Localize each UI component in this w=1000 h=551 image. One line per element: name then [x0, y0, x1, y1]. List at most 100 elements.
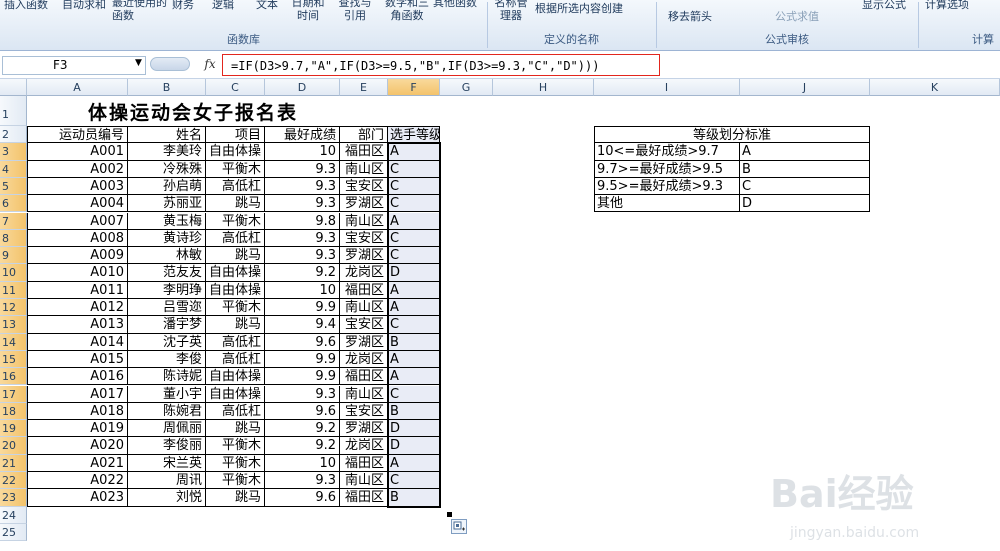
table-cell[interactable]: 周佩丽: [128, 420, 206, 438]
table-cell[interactable]: A015: [27, 350, 128, 369]
table-cell[interactable]: 李俊丽: [128, 437, 206, 455]
insert-function-button[interactable]: 插入函数: [4, 0, 48, 12]
table-cell[interactable]: A009: [27, 247, 128, 265]
standard-grade[interactable]: D: [740, 195, 870, 213]
logical-button[interactable]: 逻辑: [212, 0, 234, 12]
table-cell[interactable]: A: [388, 350, 440, 369]
table-cell[interactable]: 10: [265, 454, 340, 472]
table-cell[interactable]: A016: [27, 368, 128, 386]
table-cell[interactable]: 自由体操: [206, 368, 265, 386]
chevron-down-icon[interactable]: ▼: [135, 58, 142, 68]
row-header-11[interactable]: 11: [0, 281, 27, 299]
row-header-10[interactable]: 10: [0, 264, 27, 282]
table-cell[interactable]: 自由体操: [206, 385, 265, 403]
row-header-8[interactable]: 8: [0, 229, 27, 248]
row-header-2[interactable]: 2: [0, 126, 27, 144]
row-header-17[interactable]: 17: [0, 385, 27, 403]
table-cell[interactable]: B: [388, 333, 440, 351]
formula-bar-divider-icon[interactable]: [150, 57, 190, 71]
more-functions-button[interactable]: 其他函数: [430, 0, 480, 9]
table-cell[interactable]: 10: [265, 281, 340, 299]
column-label[interactable]: 部门: [340, 126, 388, 144]
formula-input[interactable]: =IF(D3>9.7,"A",IF(D3>=9.5,"B",IF(D3>=9.3…: [222, 54, 660, 76]
remove-arrows-button[interactable]: 移去箭头: [668, 8, 712, 24]
table-cell[interactable]: 自由体操: [206, 143, 265, 161]
table-cell[interactable]: 平衡木: [206, 454, 265, 472]
table-cell[interactable]: 福田区: [340, 281, 388, 299]
table-cell[interactable]: 9.9: [265, 350, 340, 369]
table-cell[interactable]: 李俊: [128, 350, 206, 369]
column-label[interactable]: 最好成绩: [265, 126, 340, 144]
table-cell[interactable]: A: [388, 299, 440, 317]
table-cell[interactable]: A021: [27, 454, 128, 472]
table-cell[interactable]: D: [388, 437, 440, 455]
table-cell[interactable]: A023: [27, 489, 128, 507]
table-cell[interactable]: 宋兰英: [128, 454, 206, 472]
table-cell[interactable]: A: [388, 281, 440, 299]
table-cell[interactable]: 南山区: [340, 160, 388, 178]
table-cell[interactable]: 福田区: [340, 143, 388, 161]
create-from-selection-button[interactable]: 根据所选内容创建: [535, 0, 623, 16]
table-cell[interactable]: 吕雪迩: [128, 299, 206, 317]
table-cell[interactable]: 龙岗区: [340, 437, 388, 455]
table-cell[interactable]: 罗湖区: [340, 420, 388, 438]
table-cell[interactable]: 刘悦: [128, 489, 206, 507]
row-header-14[interactable]: 14: [0, 333, 27, 351]
table-cell[interactable]: 9.3: [265, 229, 340, 248]
table-cell[interactable]: C: [388, 195, 440, 213]
row-header-13[interactable]: 13: [0, 316, 27, 334]
column-header-b[interactable]: B: [128, 79, 206, 96]
table-cell[interactable]: A014: [27, 333, 128, 351]
table-cell[interactable]: A: [388, 454, 440, 472]
insert-function-fx-button[interactable]: fx: [200, 56, 220, 73]
table-cell[interactable]: 平衡木: [206, 472, 265, 490]
table-cell[interactable]: A017: [27, 385, 128, 403]
table-cell[interactable]: C: [388, 385, 440, 403]
table-cell[interactable]: 9.6: [265, 333, 340, 351]
standard-criteria[interactable]: 10<=最好成绩>9.7: [594, 143, 740, 161]
table-cell[interactable]: 陈诗妮: [128, 368, 206, 386]
row-header-1[interactable]: 1: [0, 96, 27, 126]
table-cell[interactable]: 9.3: [265, 195, 340, 213]
table-cell[interactable]: 罗湖区: [340, 195, 388, 213]
table-cell[interactable]: 宝安区: [340, 177, 388, 196]
table-cell[interactable]: 林敏: [128, 247, 206, 265]
datetime-button[interactable]: 日期和时间: [288, 0, 328, 22]
row-header-20[interactable]: 20: [0, 437, 27, 455]
table-cell[interactable]: 孙启萌: [128, 177, 206, 196]
table-cell[interactable]: A022: [27, 472, 128, 490]
column-header-a[interactable]: A: [27, 79, 128, 96]
table-cell[interactable]: A020: [27, 437, 128, 455]
autosum-button[interactable]: 自动求和: [62, 0, 106, 12]
standard-grade[interactable]: C: [740, 177, 870, 196]
table-cell[interactable]: 跳马: [206, 420, 265, 438]
table-cell[interactable]: 宝安区: [340, 229, 388, 248]
table-cell[interactable]: D: [388, 264, 440, 282]
lookup-button[interactable]: 查找与引用: [335, 0, 375, 22]
column-header-e[interactable]: E: [340, 79, 388, 96]
table-cell[interactable]: B: [388, 402, 440, 421]
table-cell[interactable]: 9.3: [265, 385, 340, 403]
fill-handle[interactable]: [447, 512, 452, 517]
table-cell[interactable]: 高低杠: [206, 177, 265, 196]
column-header-g[interactable]: G: [440, 79, 493, 96]
table-cell[interactable]: A: [388, 368, 440, 386]
table-cell[interactable]: 南山区: [340, 385, 388, 403]
row-header-9[interactable]: 9: [0, 247, 27, 265]
table-cell[interactable]: 高低杠: [206, 229, 265, 248]
table-cell[interactable]: 跳马: [206, 489, 265, 507]
row-header-4[interactable]: 4: [0, 160, 27, 178]
table-cell[interactable]: 自由体操: [206, 264, 265, 282]
table-cell[interactable]: 龙岗区: [340, 350, 388, 369]
table-cell[interactable]: 宝安区: [340, 316, 388, 334]
recent-functions-button[interactable]: 最近使用的函数: [112, 0, 172, 22]
table-cell[interactable]: 高低杠: [206, 350, 265, 369]
table-cell[interactable]: 福田区: [340, 368, 388, 386]
table-cell[interactable]: 9.3: [265, 472, 340, 490]
table-cell[interactable]: C: [388, 229, 440, 248]
table-cell[interactable]: 南山区: [340, 212, 388, 230]
standard-grade[interactable]: A: [740, 143, 870, 161]
table-cell[interactable]: 李明琤: [128, 281, 206, 299]
table-cell[interactable]: 李美玲: [128, 143, 206, 161]
row-header-22[interactable]: 22: [0, 472, 27, 490]
